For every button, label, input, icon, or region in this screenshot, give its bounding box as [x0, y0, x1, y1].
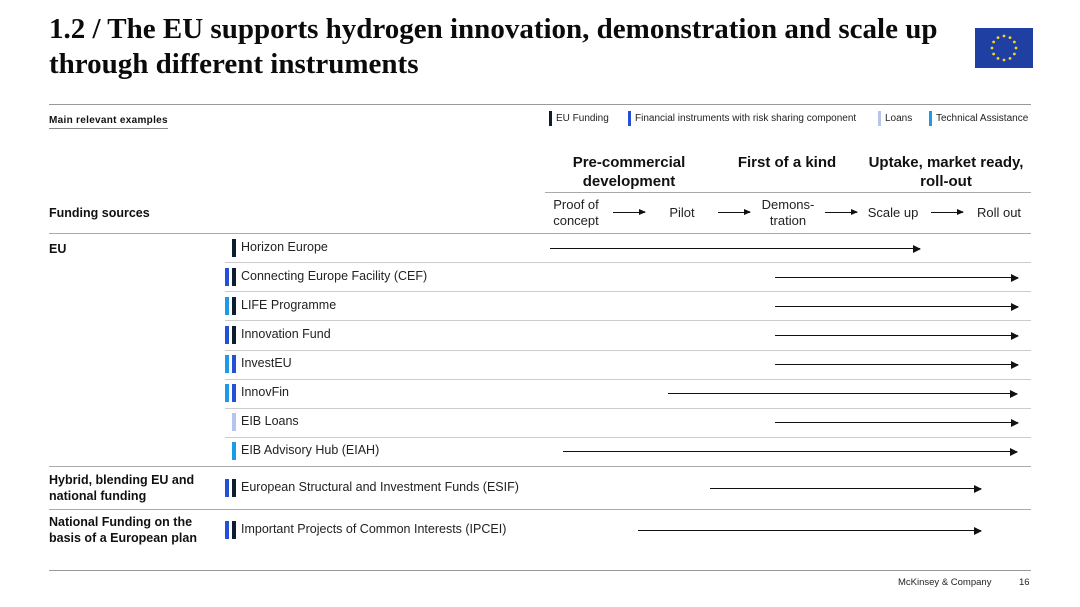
funding-type-bar-loan: [232, 413, 236, 431]
funding-type-bar-fin: [225, 479, 229, 497]
legend-financial-instruments: Financial instruments with risk sharing …: [628, 111, 856, 126]
step-roll-out: Roll out: [976, 205, 1022, 220]
page-number: 16: [1019, 577, 1030, 588]
coverage-arrow: [775, 417, 1019, 428]
funding-type-bar-eu: [232, 239, 236, 257]
coverage-arrow: [775, 272, 1019, 283]
funding-type-bar-eu: [232, 297, 236, 315]
instrument-name: Important Projects of Common Interests (…: [241, 522, 507, 536]
section-divider: [49, 509, 1031, 510]
divider: [49, 570, 1031, 571]
funding-type-bars: [232, 413, 236, 431]
row-divider: [225, 291, 1031, 292]
row-divider: [225, 379, 1031, 380]
section-label: EU: [49, 242, 67, 256]
legend-label: EU Funding: [556, 113, 609, 124]
divider: [49, 104, 1031, 105]
stage-first-of-a-kind: First of a kind: [737, 154, 837, 171]
coverage-arrow: [550, 243, 921, 254]
legend-eu-funding: EU Funding: [549, 111, 609, 126]
funding-type-bar-eu: [232, 326, 236, 344]
funding-sources-label: Funding sources: [49, 206, 150, 220]
instrument-name: Connecting Europe Facility (CEF): [241, 269, 428, 283]
funding-type-bars: [232, 239, 236, 257]
divider: [545, 192, 1031, 193]
coverage-arrow: [775, 359, 1019, 370]
funding-type-bar-fin: [232, 384, 236, 402]
coverage-arrow: [775, 301, 1019, 312]
arrow-right-icon: [613, 209, 646, 215]
instrument-name: InnovFin: [241, 385, 289, 399]
step-demonstration: Demons-tration: [761, 197, 815, 228]
funding-type-bar-eu: [232, 521, 236, 539]
coverage-arrow: [638, 525, 982, 536]
funding-type-bar-ta: [225, 355, 229, 373]
legend-loans: Loans: [878, 111, 912, 126]
instrument-name: EIB Advisory Hub (EIAH): [241, 443, 380, 457]
funding-type-bars: [225, 384, 236, 402]
eu-flag-icon: [975, 28, 1033, 68]
funding-type-bars: [225, 355, 236, 373]
legend-label: Technical Assistance: [936, 113, 1029, 124]
step-proof-of-concept: Proof of concept: [553, 197, 599, 228]
legend-swatch: [549, 111, 552, 126]
funding-type-bar-fin: [225, 268, 229, 286]
arrow-right-icon: [718, 209, 751, 215]
divider: [49, 233, 1031, 234]
row-divider: [225, 320, 1031, 321]
legend-technical-assistance: Technical Assistance: [929, 111, 1028, 126]
funding-type-bar-fin: [225, 521, 229, 539]
legend-swatch: [929, 111, 932, 126]
instrument-name: Horizon Europe: [241, 240, 328, 254]
funding-type-bar-ta: [225, 384, 229, 402]
section-divider: [49, 466, 1031, 467]
legend-swatch: [628, 111, 631, 126]
main-examples-label: Main relevant examples: [49, 115, 168, 129]
funding-type-bars: [225, 479, 236, 497]
funding-type-bar-fin: [225, 326, 229, 344]
funding-type-bar-ta: [232, 442, 236, 460]
funding-type-bars: [225, 297, 236, 315]
row-divider: [225, 437, 1031, 438]
page-title: 1.2 / The EU supports hydrogen innovatio…: [49, 13, 938, 80]
coverage-arrow: [710, 483, 982, 494]
step-scale-up: Scale up: [867, 205, 919, 220]
funding-type-bars: [225, 521, 236, 539]
coverage-arrow: [775, 330, 1019, 341]
instrument-name: EIB Loans: [241, 414, 299, 428]
instrument-name: Innovation Fund: [241, 327, 331, 341]
funding-type-bar-ta: [225, 297, 229, 315]
instrument-name: InvestEU: [241, 356, 292, 370]
legend-label: Loans: [885, 113, 913, 124]
row-divider: [225, 350, 1031, 351]
row-divider: [225, 408, 1031, 409]
funding-type-bars: [225, 268, 236, 286]
stage-uptake: Uptake, market ready, roll-out: [868, 154, 1024, 190]
funding-type-bars: [225, 326, 236, 344]
arrow-right-icon: [931, 209, 964, 215]
legend-label: Financial instruments with risk sharing …: [635, 113, 857, 124]
instrument-name: European Structural and Investment Funds…: [241, 480, 519, 494]
step-pilot: Pilot: [669, 205, 695, 220]
stage-pre-commercial: Pre-commercial development: [572, 154, 686, 190]
section-label: National Funding on the basis of a Europ…: [49, 515, 197, 545]
funding-type-bar-eu: [232, 479, 236, 497]
slide: 1.2 / The EU supports hydrogen innovatio…: [0, 0, 1080, 607]
row-divider: [225, 262, 1031, 263]
funding-type-bar-fin: [232, 355, 236, 373]
section-label: Hybrid, blending EU and national funding: [49, 473, 195, 503]
arrow-right-icon: [825, 209, 858, 215]
funding-type-bar-eu: [232, 268, 236, 286]
legend-swatch: [878, 111, 881, 126]
funding-type-bars: [232, 442, 236, 460]
coverage-arrow: [668, 388, 1018, 399]
instrument-name: LIFE Programme: [241, 298, 337, 312]
coverage-arrow: [563, 446, 1018, 457]
footer-company: McKinsey & Company: [898, 577, 992, 588]
